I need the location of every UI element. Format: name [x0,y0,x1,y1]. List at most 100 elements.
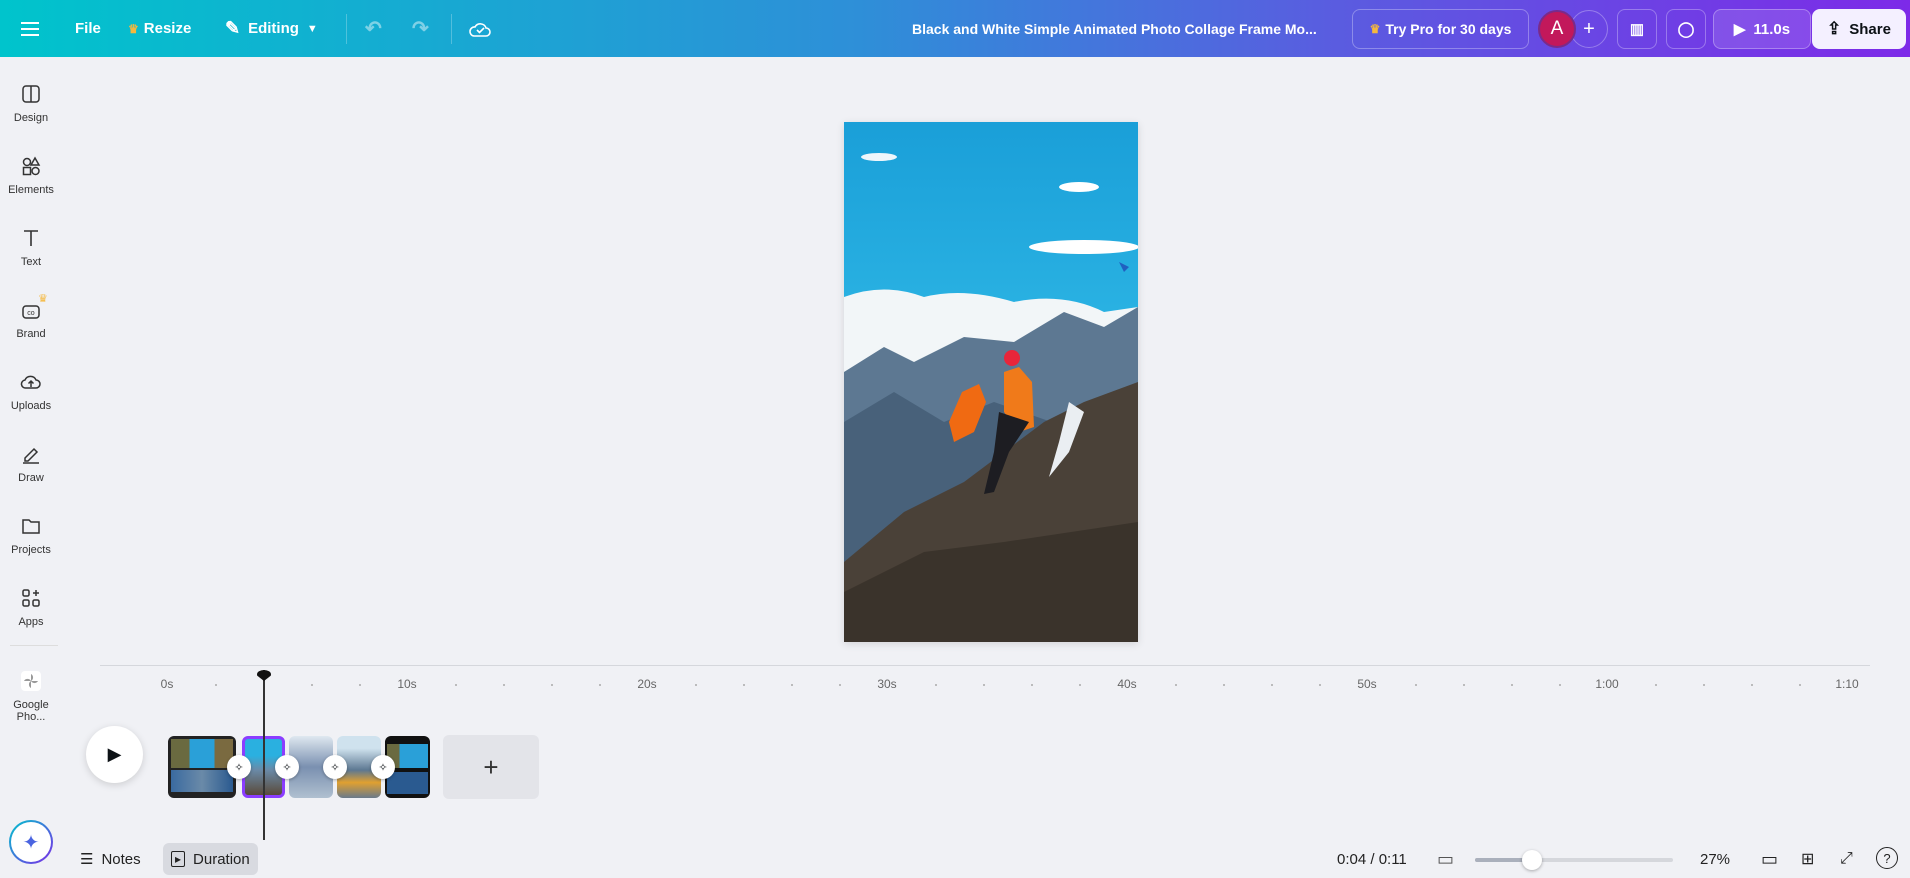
draw-icon [23,447,39,464]
duration-icon: ▸ [171,851,186,867]
comment-icon: ◯ [1677,21,1695,38]
transition-button[interactable]: ✧ [371,755,395,779]
timeline-tick [359,684,361,686]
text-icon [24,230,38,246]
timeline-tick [1463,684,1465,686]
timeline-play-button[interactable]: ▶ [86,726,143,783]
insights-button[interactable]: ▥ [1617,9,1657,49]
timeline-tick [1415,684,1417,686]
timeline-tick [503,684,505,686]
magic-assistant-button[interactable]: ✦ [9,820,53,864]
help-icon[interactable]: ? [1876,847,1898,869]
share-button[interactable]: ⇪ Share [1812,9,1906,49]
hamburger-icon [21,21,39,36]
mountain-photo [844,122,1138,642]
timeline-tick-label: 50s [1357,677,1377,691]
try-pro-button[interactable]: ♛ Try Pro for 30 days [1352,9,1529,49]
left-sidebar: Design Elements Text co ♛ Brand Uploads Dr… [0,57,62,878]
google-photos-icon [21,671,41,691]
resize-button[interactable]: ♛ Resize [128,0,191,57]
editing-dropdown[interactable]: ✎ Editing ▼ [225,0,318,57]
timeline-tick-label: 30s [877,677,897,691]
sidebar-item-text[interactable]: Text [0,226,62,268]
transition-button[interactable]: ✧ [227,755,251,779]
design-icon [22,85,40,103]
bar-chart-icon: ▥ [1629,21,1645,38]
crown-icon: ♛ [1369,22,1381,36]
play-preview-button[interactable]: ▶ 11.0s [1713,9,1811,49]
zoom-slider-thumb[interactable] [1522,850,1542,870]
folder-icon [22,519,40,534]
design-canvas-photo[interactable] [844,122,1138,642]
timeline-tick [1703,684,1705,686]
timeline-tick [215,684,217,686]
timeline-clip-1[interactable] [168,736,236,798]
timeline-tick [1559,684,1561,686]
design-title[interactable]: Black and White Simple Animated Photo Co… [912,0,1317,57]
timeline-tick [983,684,985,686]
apps-icon [22,589,40,607]
timeline-tick [839,684,841,686]
sidebar-item-google-photos[interactable]: Google Pho... [0,669,62,723]
timeline-tick [743,684,745,686]
timeline-tick [1655,684,1657,686]
add-page-button[interactable]: + [443,735,539,799]
svg-text:co: co [27,310,35,317]
sidebar-item-uploads[interactable]: Uploads [0,370,62,412]
fullscreen-icon[interactable]: ⤢ [1840,845,1853,873]
menu-button[interactable] [20,0,40,57]
timeline-tick [311,684,313,686]
timeline-tick [1175,684,1177,686]
cloud-saved-icon[interactable] [468,0,492,57]
timeline-tick [551,684,553,686]
page-view-icon[interactable]: ▭ [1761,845,1778,873]
timeline-tick [1031,684,1033,686]
transition-icon: ✧ [282,761,292,774]
crown-icon: ♛ [38,293,48,305]
avatar[interactable]: A [1538,10,1576,48]
zoom-slider[interactable] [1475,850,1673,870]
notes-button[interactable]: ☰ Notes [80,845,141,873]
notes-icon: ☰ [80,851,94,868]
play-icon: ▶ [1733,21,1746,38]
timeline-tick-label: 10s [397,677,417,691]
timeline-view-icon[interactable]: ▭ [1437,845,1454,873]
grid-view-icon[interactable]: ⊞ [1801,845,1814,873]
sidebar-item-projects[interactable]: Projects [0,514,62,556]
sidebar-item-draw[interactable]: Draw [0,442,62,484]
playhead-handle-icon[interactable] [257,670,271,681]
timeline-tick [1271,684,1273,686]
transition-icon: ✧ [378,761,388,774]
timeline-tick [935,684,937,686]
timeline-tick-label: 0s [160,677,174,691]
timeline-tick [599,684,601,686]
sidebar-item-elements[interactable]: Elements [0,154,62,196]
undo-icon[interactable]: ↶ [365,0,382,57]
play-icon: ▶ [107,744,122,764]
timeline-tick [791,684,793,686]
redo-icon[interactable]: ↷ [412,0,429,57]
timeline-tick-label: 20s [637,677,657,691]
share-icon: ⇪ [1827,19,1842,38]
transition-button[interactable]: ✧ [275,755,299,779]
comments-button[interactable]: ◯ [1666,9,1706,49]
transition-button[interactable]: ✧ [323,755,347,779]
timeline-tick [1511,684,1513,686]
time-readout: 0:04 / 0:11 [1337,850,1407,868]
sidebar-item-brand[interactable]: co ♛ Brand [0,293,62,340]
file-menu[interactable]: File [75,0,101,57]
timeline-tick [1079,684,1081,686]
timeline-tick [455,684,457,686]
timeline-tick-label: 1:00 [1595,677,1619,691]
playhead[interactable] [257,670,271,840]
zoom-level[interactable]: 27% [1700,845,1730,873]
transition-icon: ✧ [234,761,244,774]
timeline-tick-label: 40s [1117,677,1137,691]
plus-icon: + [483,751,499,782]
sidebar-item-design[interactable]: Design [0,82,62,124]
sidebar-item-apps[interactable]: Apps [0,586,62,628]
duration-button[interactable]: ▸ Duration [163,843,258,875]
top-bar: File ♛ Resize ✎ Editing ▼ ↶ ↷ Black and Whi… [0,0,1910,57]
timeline-tick [1319,684,1321,686]
timeline-tick [695,684,697,686]
